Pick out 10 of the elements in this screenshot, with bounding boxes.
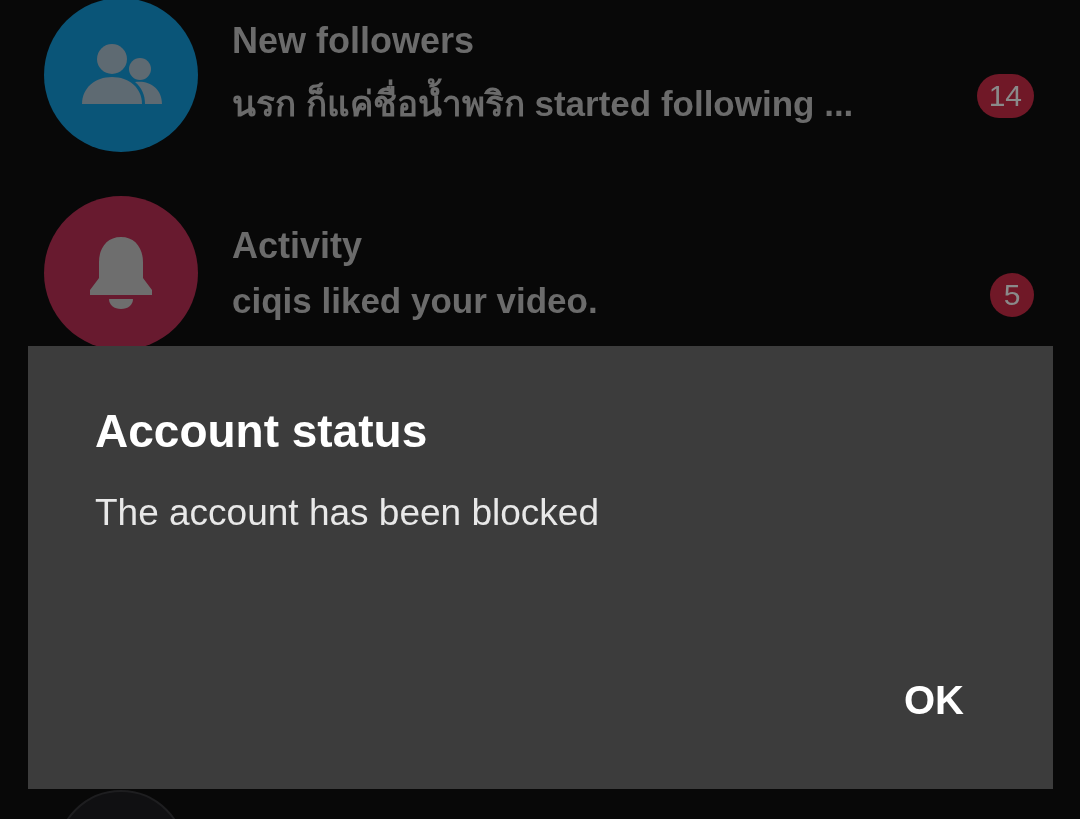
dialog-message: The account has been blocked [95,492,600,534]
conversation-title: Activity [232,225,364,267]
conversation-preview: ciqis liked your video. [232,281,599,321]
unread-badge: 14 [976,74,1034,118]
unread-badge: 5 [990,273,1034,317]
dialog-title: Account status [95,404,429,458]
ok-button[interactable]: OK [882,670,986,731]
conversation-title: New followers [232,19,476,62]
bell-icon [88,235,154,311]
conversation-preview: นรก ก็แค่ชื่อน้ำพริก started following ... [232,75,977,131]
